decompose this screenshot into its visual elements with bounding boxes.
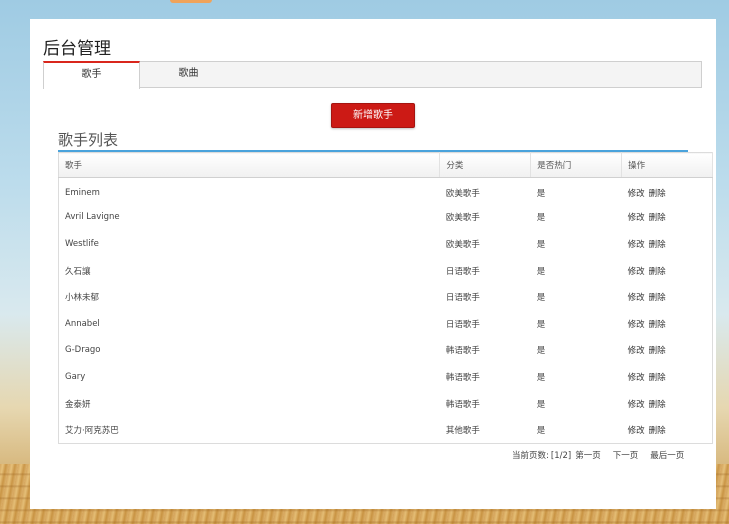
cell-hot: 是	[536, 239, 546, 250]
admin-panel: 后台管理 歌手 歌曲 新增歌手 歌手列表 歌手 分类 是否热门 操作 Emine…	[30, 19, 716, 509]
pager-next-link[interactable]: 下一页	[613, 451, 639, 461]
cell-singer: 小林未郁	[65, 293, 100, 304]
cell-singer: 久石讓	[65, 266, 91, 277]
cell-category: 日语歌手	[445, 319, 480, 330]
cell-hot: 是	[536, 293, 546, 304]
delete-link[interactable]: 删除	[649, 213, 666, 223]
pager-first-link[interactable]: 第一页	[575, 451, 601, 461]
table-row: 艾力·阿克苏巴 其他歌手 是 修改 删除	[59, 417, 713, 444]
cell-singer: Avril Lavigne	[65, 212, 120, 223]
cell-actions: 修改 删除	[622, 284, 713, 311]
cell-actions: 修改 删除	[622, 257, 713, 284]
delete-link[interactable]: 删除	[649, 320, 666, 330]
cell-category: 韩语歌手	[445, 372, 480, 383]
table-row: 久石讓 日语歌手 是 修改 删除	[59, 257, 713, 284]
cell-category: 欧美歌手	[445, 189, 480, 200]
cell-actions: 修改 删除	[622, 337, 713, 364]
table-row: Gary 韩语歌手 是 修改 删除	[59, 364, 713, 391]
cell-actions: 修改 删除	[622, 390, 713, 417]
cell-singer: 金泰妍	[65, 399, 91, 410]
cell-hot: 是	[536, 399, 546, 410]
cell-hot: 是	[536, 266, 546, 277]
tab-singers[interactable]: 歌手	[43, 61, 140, 89]
edit-link[interactable]: 修改	[628, 400, 645, 410]
delete-link[interactable]: 删除	[649, 373, 666, 383]
header-category: 分类	[439, 152, 532, 178]
edit-link[interactable]: 修改	[628, 240, 645, 250]
top-decoration	[170, 0, 212, 3]
cell-hot: 是	[536, 372, 546, 383]
delete-link[interactable]: 删除	[649, 400, 666, 410]
cell-actions: 修改 删除	[622, 231, 713, 258]
cell-category: 韩语歌手	[445, 346, 480, 357]
table-row: Avril Lavigne 欧美歌手 是 修改 删除	[59, 204, 713, 231]
header-hot: 是否热门	[530, 152, 623, 178]
cell-singer: Gary	[65, 371, 86, 382]
delete-link[interactable]: 删除	[649, 426, 666, 436]
cell-singer: G-Drago	[65, 345, 101, 356]
tab-bar: 歌手 歌曲	[43, 61, 702, 89]
cell-category: 日语歌手	[445, 266, 480, 277]
edit-link[interactable]: 修改	[628, 426, 645, 436]
cell-hot: 是	[536, 425, 546, 436]
cell-category: 欧美歌手	[445, 239, 480, 250]
table-row: 金泰妍 韩语歌手 是 修改 删除	[59, 390, 713, 417]
cell-actions: 修改 删除	[622, 417, 713, 444]
delete-link[interactable]: 删除	[649, 346, 666, 356]
delete-link[interactable]: 删除	[649, 240, 666, 250]
header-actions: 操作	[621, 152, 713, 178]
edit-link[interactable]: 修改	[628, 213, 645, 223]
edit-link[interactable]: 修改	[628, 320, 645, 330]
add-singer-button[interactable]: 新增歌手	[331, 103, 415, 128]
table-row: Westlife 欧美歌手 是 修改 删除	[59, 231, 713, 258]
cell-actions: 修改 删除	[622, 204, 713, 231]
cell-category: 韩语歌手	[445, 399, 480, 410]
cell-singer: Eminem	[65, 188, 100, 199]
table-row: Annabel 日语歌手 是 修改 删除	[59, 310, 713, 337]
pager-last-link[interactable]: 最后一页	[650, 451, 684, 461]
cell-singer: Annabel	[65, 318, 100, 329]
pager-current-label: 当前页数:	[512, 451, 549, 461]
cell-hot: 是	[536, 213, 546, 224]
cell-category: 其他歌手	[445, 425, 480, 436]
delete-link[interactable]: 删除	[649, 267, 666, 277]
cell-hot: 是	[536, 319, 546, 330]
edit-link[interactable]: 修改	[628, 373, 645, 383]
table-row: Eminem 欧美歌手 是 修改 删除	[59, 178, 713, 205]
cell-singer: Westlife	[65, 238, 99, 249]
edit-link[interactable]: 修改	[628, 267, 645, 277]
pager-current-value: [1/2]	[550, 451, 572, 461]
singer-table: 歌手 分类 是否热门 操作 Eminem 欧美歌手 是 修改 删除 Avril L…	[58, 152, 713, 444]
table-header-row: 歌手 分类 是否热门 操作	[58, 152, 713, 178]
edit-link[interactable]: 修改	[628, 346, 645, 356]
tab-songs[interactable]: 歌曲	[140, 61, 237, 88]
table-row: 小林未郁 日语歌手 是 修改 删除	[59, 284, 713, 311]
delete-link[interactable]: 删除	[649, 293, 666, 303]
pagination: 当前页数: [1/2] 第一页 下一页 最后一页	[512, 449, 686, 461]
cell-actions: 修改 删除	[622, 310, 713, 337]
edit-link[interactable]: 修改	[628, 293, 645, 303]
header-singer: 歌手	[58, 152, 441, 178]
cell-hot: 是	[536, 346, 546, 357]
delete-link[interactable]: 删除	[649, 189, 666, 199]
cell-hot: 是	[536, 189, 546, 200]
cell-category: 日语歌手	[445, 293, 480, 304]
cell-singer: 艾力·阿克苏巴	[65, 425, 119, 436]
table-row: G-Drago 韩语歌手 是 修改 删除	[59, 337, 713, 364]
section-title: 歌手列表	[58, 131, 119, 149]
cell-category: 欧美歌手	[445, 213, 480, 224]
page-title: 后台管理	[43, 39, 111, 59]
cell-actions: 修改 删除	[622, 364, 713, 391]
cell-actions: 修改 删除	[622, 178, 713, 205]
edit-link[interactable]: 修改	[628, 189, 645, 199]
